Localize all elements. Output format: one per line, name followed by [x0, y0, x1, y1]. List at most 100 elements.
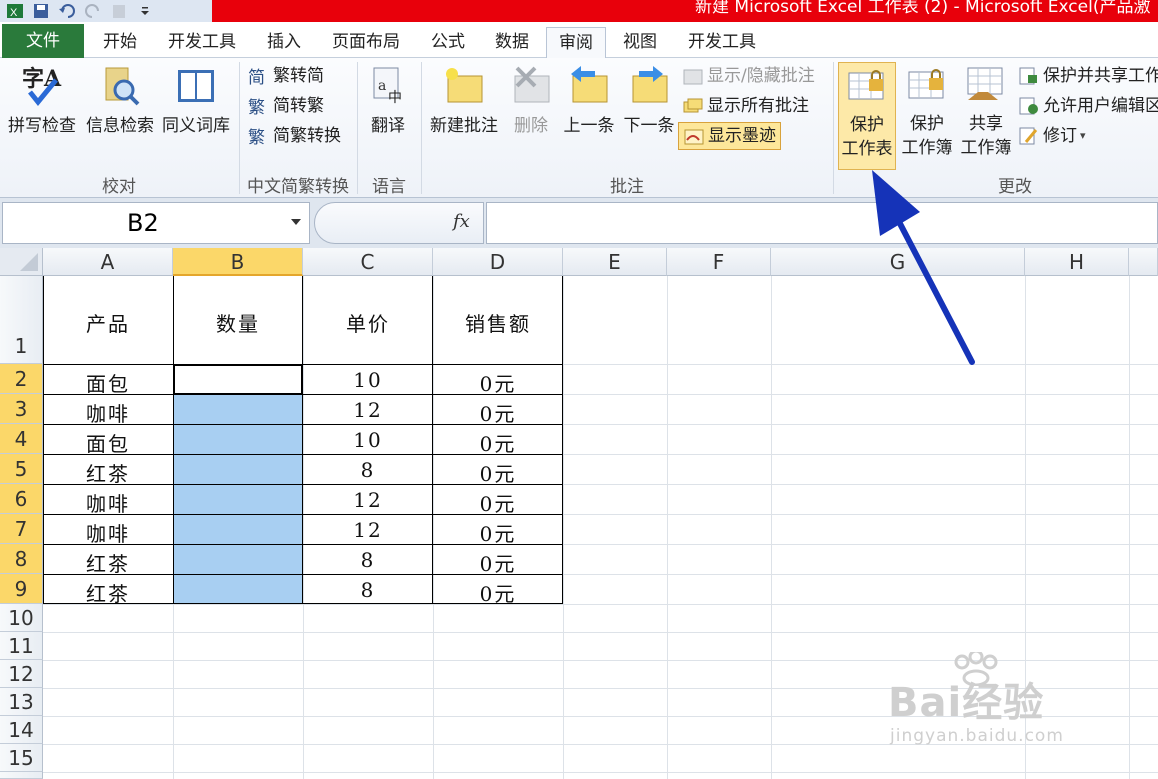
column-header-d[interactable]: D [433, 248, 563, 276]
tab-review[interactable]: 审阅 [546, 27, 606, 58]
new-comment-button[interactable]: 新建批注 [426, 64, 502, 138]
row-header-6[interactable]: 6 [0, 484, 43, 514]
cell-product[interactable]: 咖啡 [43, 518, 173, 547]
active-cell-b2[interactable] [173, 364, 303, 395]
tab-file[interactable]: 文件 [2, 24, 84, 58]
delete-comment-button[interactable]: 删除 [506, 64, 556, 138]
column-header-e[interactable]: E [563, 248, 667, 276]
cell-price[interactable]: 10 [303, 428, 433, 452]
show-hide-comment-button[interactable]: 显示/隐藏批注 [682, 62, 815, 90]
tab-developer[interactable]: 开发工具 [160, 27, 244, 58]
column-header-next[interactable] [1129, 248, 1158, 276]
row-header-5[interactable]: 5 [0, 454, 43, 484]
cell-product[interactable]: 咖啡 [43, 398, 173, 427]
header-quantity[interactable]: 数量 [173, 308, 303, 337]
cell-product[interactable]: 面包 [43, 428, 173, 457]
cell-sales[interactable]: 0元 [433, 488, 563, 517]
row-header-8[interactable]: 8 [0, 544, 43, 574]
cell-price[interactable]: 8 [303, 548, 433, 572]
cell-sales[interactable]: 0元 [433, 548, 563, 577]
selection-range[interactable] [174, 395, 302, 604]
cell-product[interactable]: 红茶 [43, 458, 173, 487]
gridline [43, 604, 1158, 605]
to-simplified-button[interactable]: 简 繁转简 [248, 62, 324, 90]
share-workbook-button[interactable]: 共享 工作簿 [958, 62, 1014, 160]
column-header-h[interactable]: H [1025, 248, 1129, 276]
research-button[interactable]: 信息检索 [82, 64, 158, 138]
translate-button[interactable]: a中 翻译 [362, 64, 414, 138]
protect-workbook-button[interactable]: 保护 工作簿 [898, 62, 956, 160]
cell-product[interactable]: 咖啡 [43, 488, 173, 517]
cell-price[interactable]: 10 [303, 368, 433, 392]
column-header-f[interactable]: F [667, 248, 771, 276]
cell-product[interactable]: 面包 [43, 368, 173, 397]
previous-comment-button[interactable]: 上一条 [560, 64, 618, 138]
protect-share-label: 保护并共享工作 [1043, 66, 1158, 86]
redo-icon[interactable] [84, 3, 102, 19]
tab-formulas[interactable]: 公式 [420, 27, 476, 58]
cell-price[interactable]: 12 [303, 518, 433, 542]
tab-developer-2[interactable]: 开发工具 [680, 27, 764, 58]
allow-edit-ranges-button[interactable]: 允许用户编辑区 [1018, 92, 1158, 120]
cell-sales[interactable]: 0元 [433, 578, 563, 607]
tab-data[interactable]: 数据 [484, 27, 540, 58]
show-all-comments-button[interactable]: 显示所有批注 [682, 92, 809, 120]
cell-product[interactable]: 红茶 [43, 548, 173, 577]
cell-price[interactable]: 12 [303, 398, 433, 422]
clipboard-icon[interactable] [110, 3, 128, 19]
header-sales[interactable]: 销售额 [433, 308, 563, 337]
row-header-11[interactable]: 11 [0, 632, 43, 660]
customize-qat-icon[interactable] [136, 3, 154, 19]
column-header-b[interactable]: B [173, 248, 303, 276]
row-header-13[interactable]: 13 [0, 688, 43, 716]
cell-sales[interactable]: 0元 [433, 458, 563, 487]
cell-sales[interactable]: 0元 [433, 428, 563, 457]
spelling-button[interactable]: 字A 拼写检查 [4, 64, 80, 138]
show-ink-button[interactable]: 显示墨迹 [678, 122, 781, 150]
row-header-4[interactable]: 4 [0, 424, 43, 454]
name-box[interactable]: B2 [2, 202, 310, 244]
select-all-corner[interactable] [0, 248, 43, 276]
row-header-9[interactable]: 9 [0, 574, 43, 604]
cell-sales[interactable]: 0元 [433, 368, 563, 397]
row-header-15[interactable]: 15 [0, 744, 43, 772]
header-unit-price[interactable]: 单价 [303, 308, 433, 337]
protect-sheet-button[interactable]: 保护 工作表 [838, 62, 896, 170]
header-product[interactable]: 产品 [43, 308, 173, 337]
chevron-down-icon[interactable] [291, 219, 301, 225]
row-header-12[interactable]: 12 [0, 660, 43, 688]
column-header-a[interactable]: A [43, 248, 173, 276]
cell-price[interactable]: 8 [303, 458, 433, 482]
cell-sales[interactable]: 0元 [433, 518, 563, 547]
next-comment-icon [632, 66, 668, 103]
previous-comment-label: 上一条 [563, 116, 615, 136]
formula-input[interactable] [486, 202, 1158, 244]
row-header-10[interactable]: 10 [0, 604, 43, 632]
tab-home[interactable]: 开始 [92, 27, 148, 58]
row-header-16[interactable] [0, 772, 43, 779]
tab-insert[interactable]: 插入 [256, 27, 312, 58]
tab-view[interactable]: 视图 [612, 27, 668, 58]
next-comment-button[interactable]: 下一条 [620, 64, 678, 138]
row-header-14[interactable]: 14 [0, 716, 43, 744]
track-changes-button[interactable]: 修订 ▾ [1018, 122, 1086, 150]
save-icon[interactable] [32, 3, 50, 19]
protect-share-button[interactable]: 保护并共享工作 [1018, 62, 1158, 90]
cell-price[interactable]: 8 [303, 578, 433, 602]
to-traditional-button[interactable]: 繁 简转繁 [248, 92, 324, 120]
row-header-2[interactable]: 2 [0, 364, 43, 394]
protect-workbook-label-2: 工作簿 [901, 138, 953, 158]
thesaurus-button[interactable]: 同义词库 [158, 64, 234, 138]
cell-product[interactable]: 红茶 [43, 578, 173, 607]
column-header-c[interactable]: C [303, 248, 433, 276]
cell-sales[interactable]: 0元 [433, 398, 563, 427]
undo-icon[interactable] [58, 3, 76, 19]
row-header-3[interactable]: 3 [0, 394, 43, 424]
cell-price[interactable]: 12 [303, 488, 433, 512]
row-header-1[interactable]: 1 [0, 276, 43, 364]
convert-button[interactable]: 繁 简繁转换 [248, 122, 341, 150]
row-header-7[interactable]: 7 [0, 514, 43, 544]
tab-page-layout[interactable]: 页面布局 [322, 27, 410, 58]
column-header-g[interactable]: G [771, 248, 1025, 276]
fx-icon[interactable]: fx [453, 211, 470, 232]
